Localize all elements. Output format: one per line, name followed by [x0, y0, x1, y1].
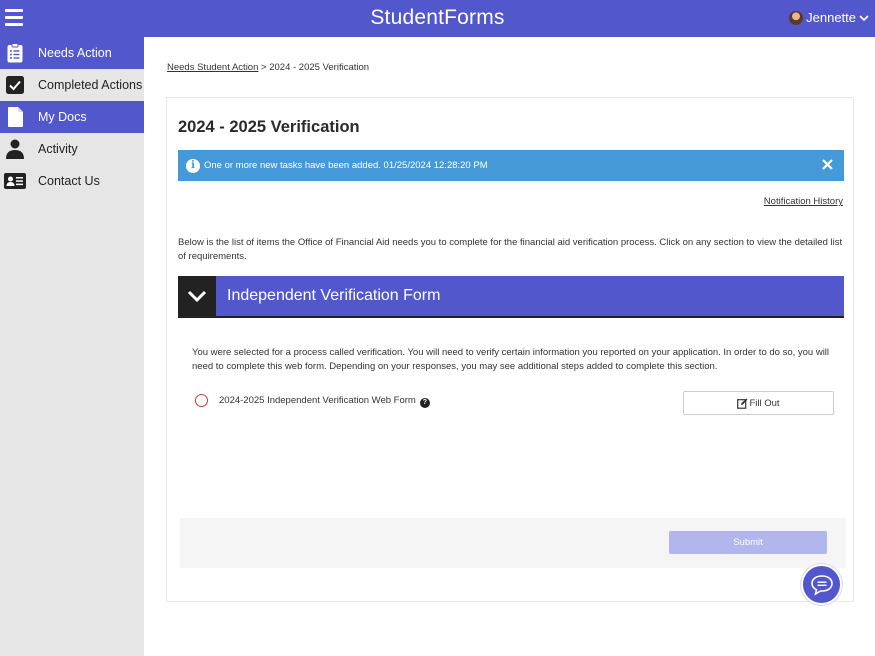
chat-button[interactable] — [801, 564, 842, 605]
user-menu[interactable]: Jennette — [789, 10, 869, 25]
verification-card: 2024 - 2025 Verification i One or more n… — [166, 97, 854, 602]
breadcrumb: Needs Student Action > 2024 - 2025 Verif… — [167, 62, 369, 73]
contact-card-icon — [4, 171, 26, 191]
sidebar-item-contact-us[interactable]: Contact Us — [0, 165, 144, 197]
submit-button[interactable]: Submit — [669, 531, 827, 554]
close-icon[interactable] — [821, 158, 834, 171]
task-row: 2024-2025 Independent Verification Web F… — [195, 391, 835, 417]
sidebar-item-label: My Docs — [38, 110, 87, 124]
sidebar-item-activity[interactable]: Activity — [0, 133, 144, 165]
document-icon — [4, 107, 26, 127]
sidebar-item-my-docs[interactable]: My Docs — [0, 101, 144, 133]
help-icon[interactable]: ? — [419, 398, 430, 408]
sidebar-item-needs-action[interactable]: Needs Action — [0, 37, 144, 69]
user-name: Jennette — [806, 10, 856, 25]
top-bar: StudentForms Jennette — [0, 0, 875, 37]
page-title: 2024 - 2025 Verification — [178, 118, 360, 136]
chat-icon — [810, 574, 833, 596]
sidebar-item-label: Activity — [38, 142, 78, 156]
sidebar-item-label: Needs Action — [38, 46, 112, 60]
clipboard-icon — [4, 43, 26, 63]
section-title: Independent Verification Form — [227, 287, 441, 304]
section-description: You were selected for a process called v… — [192, 347, 830, 372]
form-footer: Submit — [180, 518, 846, 568]
breadcrumb-separator: > — [261, 62, 267, 73]
fill-out-label: Fill Out — [749, 397, 780, 409]
fill-out-button[interactable]: Fill Out — [683, 391, 834, 415]
app-title: StudentForms — [370, 6, 505, 29]
section-header-independent-verification[interactable]: Independent Verification Form — [178, 276, 844, 318]
info-icon: i — [186, 158, 200, 173]
section-toggle[interactable] — [178, 276, 216, 316]
chevron-down-icon — [187, 290, 207, 302]
breadcrumb-current: 2024 - 2025 Verification — [269, 62, 370, 73]
alert-message: One or more new tasks have been added. 0… — [204, 160, 488, 171]
breadcrumb-link-needs-action[interactable]: Needs Student Action — [167, 62, 258, 73]
edit-icon — [737, 398, 748, 409]
task-label: 2024-2025 Independent Verification Web F… — [219, 395, 430, 408]
person-icon — [4, 139, 26, 159]
chevron-down-icon — [859, 14, 869, 21]
sidebar-item-label: Completed Actions — [38, 78, 143, 92]
sidebar-item-label: Contact Us — [38, 174, 100, 188]
sidebar: Needs Action Completed Actions My Docs A… — [0, 37, 144, 656]
notification-history-link[interactable]: Notification History — [764, 196, 843, 207]
notification-alert: i One or more new tasks have been added.… — [178, 150, 844, 181]
checkbox-icon — [4, 75, 26, 95]
avatar — [789, 10, 804, 25]
task-status-radio[interactable] — [195, 394, 208, 407]
sidebar-item-completed-actions[interactable]: Completed Actions — [0, 69, 144, 101]
task-label-text: 2024-2025 Independent Verification Web F… — [219, 395, 416, 406]
intro-text: Below is the list of items the Office of… — [178, 237, 843, 262]
